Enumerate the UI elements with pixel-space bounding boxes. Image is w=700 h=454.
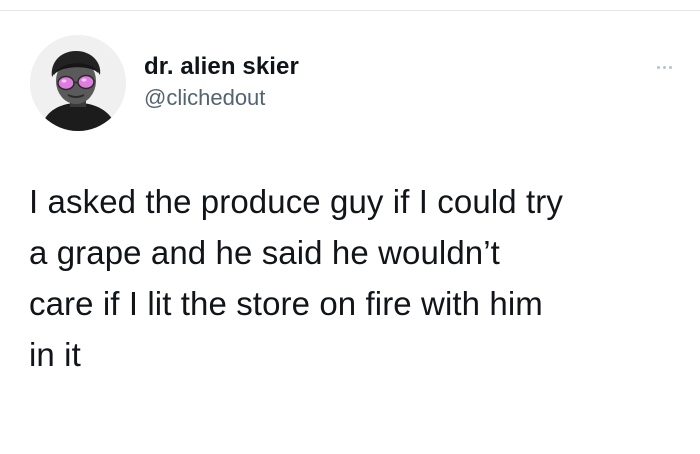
display-name[interactable]: dr. alien skier [144, 52, 299, 82]
more-options-button[interactable] [650, 59, 678, 75]
profile-photo-avatar-icon [30, 35, 126, 131]
user-handle[interactable]: @clichedout [144, 84, 299, 112]
avatar[interactable] [30, 35, 126, 131]
more-options-icon [656, 65, 660, 69]
tweet-text: I asked the produce guy if I could try a… [29, 183, 563, 373]
author-block[interactable]: dr. alien skier @clichedout [144, 52, 299, 112]
more-options-icon [662, 65, 666, 69]
tweet-card[interactable]: dr. alien skier @clichedout I asked the … [0, 11, 700, 454]
more-options-icon [668, 65, 672, 69]
